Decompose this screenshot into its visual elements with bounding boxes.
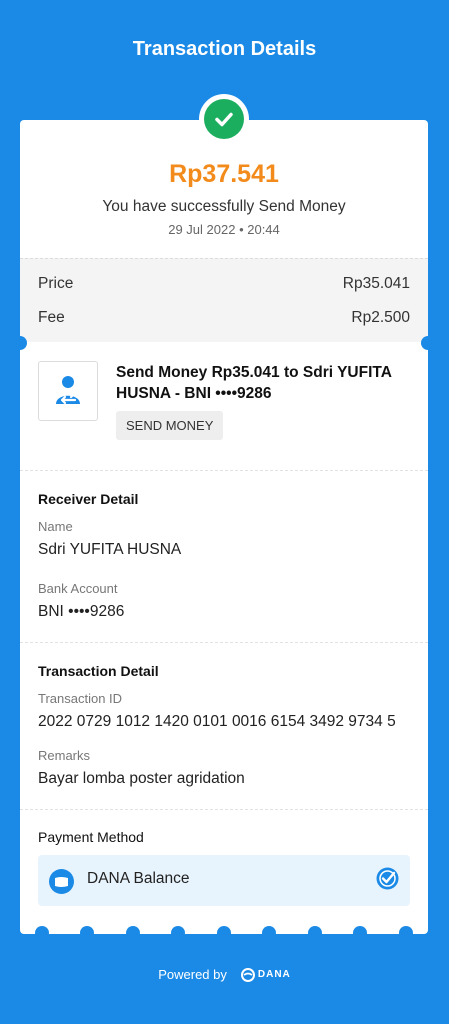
remarks-value: Bayar lomba poster agridation xyxy=(38,770,245,787)
service-type-chip: SEND MONEY xyxy=(116,411,224,440)
ticket-bottom-edge xyxy=(20,926,428,942)
success-message: You have successfully Send Money xyxy=(102,198,346,215)
price-value: Rp35.041 xyxy=(342,275,410,292)
receiver-name-label: Name xyxy=(38,519,73,534)
price-label: Price xyxy=(38,275,74,292)
divider xyxy=(20,470,428,471)
transaction-amount: Rp37.541 xyxy=(169,160,279,188)
receiver-name-value: Sdri YUFITA HUSNA xyxy=(38,541,182,558)
receipt-card: Rp37.541 You have successfully Send Mone… xyxy=(13,120,435,940)
payment-method-label: DANA Balance xyxy=(87,870,190,887)
dana-logo: DANA xyxy=(240,967,291,982)
dana-logo-text: DANA xyxy=(257,969,291,980)
wallet-icon xyxy=(49,869,74,894)
divider xyxy=(20,642,428,643)
transaction-detail-title: Transaction Detail xyxy=(38,663,159,679)
check-icon xyxy=(215,112,233,127)
send-money-icon xyxy=(56,376,80,405)
success-badge xyxy=(199,94,249,144)
fee-value: Rp2.500 xyxy=(351,309,410,326)
remarks-label: Remarks xyxy=(38,748,91,763)
dana-logo-icon xyxy=(240,967,255,982)
page-title: Transaction Details xyxy=(132,38,317,60)
fee-breakdown: Price Rp35.041 Fee Rp2.500 xyxy=(20,258,428,342)
fee-row: Fee Rp2.500 xyxy=(38,309,410,327)
footer: Powered by DANA xyxy=(0,967,449,982)
check-circle-icon xyxy=(376,867,399,890)
bank-account-label: Bank Account xyxy=(38,581,118,596)
ticket-notch-right xyxy=(421,336,435,350)
payment-method-title: Payment Method xyxy=(38,829,144,845)
receiver-detail-title: Receiver Detail xyxy=(38,491,139,507)
bank-account-value: BNI ••••9286 xyxy=(38,603,125,620)
powered-by-label: Powered by xyxy=(158,967,227,982)
transaction-id-label: Transaction ID xyxy=(38,691,123,706)
send-money-icon-box xyxy=(38,361,98,421)
ticket-notch-left xyxy=(13,336,27,350)
service-title: Send Money Rp35.041 to Sdri YUFITA HUSNA… xyxy=(116,364,392,402)
fee-label: Fee xyxy=(38,309,65,326)
payment-method-option[interactable]: DANA Balance xyxy=(38,855,410,906)
divider xyxy=(20,809,428,810)
price-row: Price Rp35.041 xyxy=(38,275,410,293)
transaction-datetime: 29 Jul 2022 • 20:44 xyxy=(168,222,280,237)
transaction-id-value[interactable]: 2022 0729 1012 1420 0101 0016 6154 3492 … xyxy=(38,713,396,731)
